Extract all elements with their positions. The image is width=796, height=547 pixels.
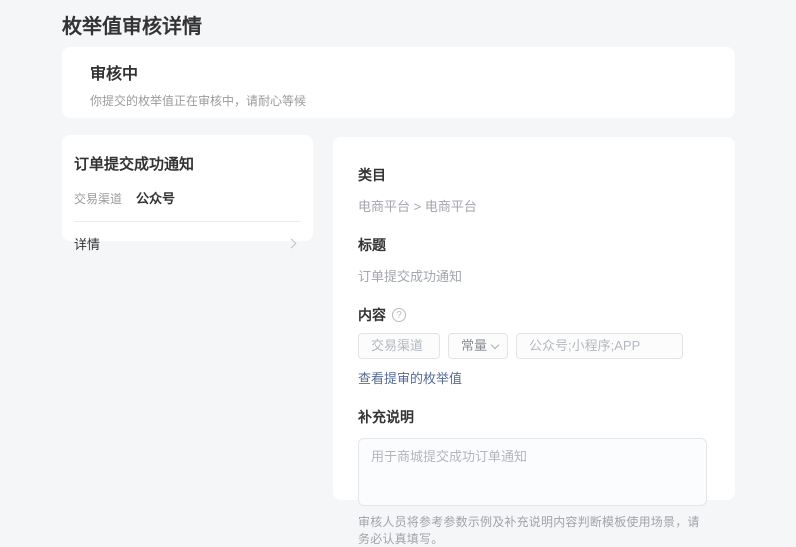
review-status-description: 你提交的枚举值正在审核中，请耐心等候	[90, 92, 707, 109]
template-title: 订单提交成功通知	[74, 153, 301, 174]
content-group: 内容 ? 交易渠道 常量 公众号;小程序;APP 查看提审的枚举值	[358, 305, 707, 387]
title-label: 标题	[358, 235, 707, 255]
review-detail-card: 类目 电商平台 > 电商平台 标题 订单提交成功通知 内容 ? 交易渠道 常量 …	[333, 137, 735, 500]
detail-row[interactable]: 详情	[74, 222, 301, 255]
channel-value: 公众号	[136, 188, 175, 207]
remark-group: 补充说明 用于商城提交成功订单通知 审核人员将参考参数示例及补充说明内容判断模板…	[358, 407, 707, 547]
content-label-text: 内容	[358, 305, 386, 325]
remark-textarea[interactable]: 用于商城提交成功订单通知	[358, 438, 707, 506]
category-value: 电商平台 > 电商平台	[358, 196, 707, 215]
page-title: 枚举值审核详情	[62, 10, 202, 39]
detail-label: 详情	[74, 234, 100, 253]
chevron-down-icon	[491, 340, 499, 348]
param-type-select[interactable]: 常量	[448, 333, 508, 359]
content-inputs-row: 交易渠道 常量 公众号;小程序;APP	[358, 333, 707, 359]
channel-label: 交易渠道	[74, 190, 122, 207]
param-example-input[interactable]: 公众号;小程序;APP	[516, 333, 683, 359]
content-label: 内容 ?	[358, 305, 707, 325]
title-group: 标题 订单提交成功通知	[358, 235, 707, 285]
review-status-title: 审核中	[90, 60, 707, 84]
remark-hint: 审核人员将参考参数示例及补充说明内容判断模板使用场景，请务必认真填写。	[358, 513, 707, 547]
category-group: 类目 电商平台 > 电商平台	[358, 165, 707, 215]
param-name-input[interactable]: 交易渠道	[358, 333, 440, 359]
view-submitted-enums-link[interactable]: 查看提审的枚举值	[358, 368, 707, 387]
param-type-selected-value: 常量	[461, 334, 487, 358]
remark-label: 补充说明	[358, 407, 707, 427]
chevron-right-icon	[287, 239, 297, 249]
help-icon[interactable]: ?	[392, 308, 406, 322]
template-channel-row: 交易渠道 公众号	[74, 188, 301, 207]
review-status-card: 审核中 你提交的枚举值正在审核中，请耐心等候	[62, 47, 735, 118]
template-summary-card: 订单提交成功通知 交易渠道 公众号 详情	[62, 135, 313, 241]
category-label: 类目	[358, 165, 707, 185]
title-value: 订单提交成功通知	[358, 266, 707, 285]
